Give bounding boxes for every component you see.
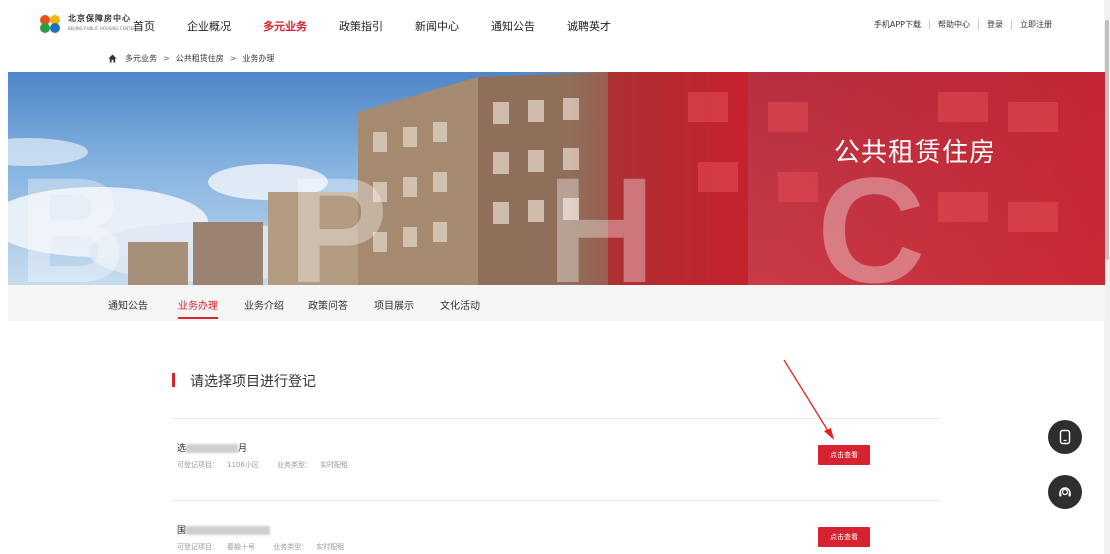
phone-icon (1059, 429, 1071, 445)
mobile-app-float-button[interactable] (1048, 420, 1082, 454)
customer-service-float-button[interactable] (1048, 475, 1082, 509)
service-icon (1059, 487, 1071, 497)
annotation-arrow (783, 359, 834, 440)
